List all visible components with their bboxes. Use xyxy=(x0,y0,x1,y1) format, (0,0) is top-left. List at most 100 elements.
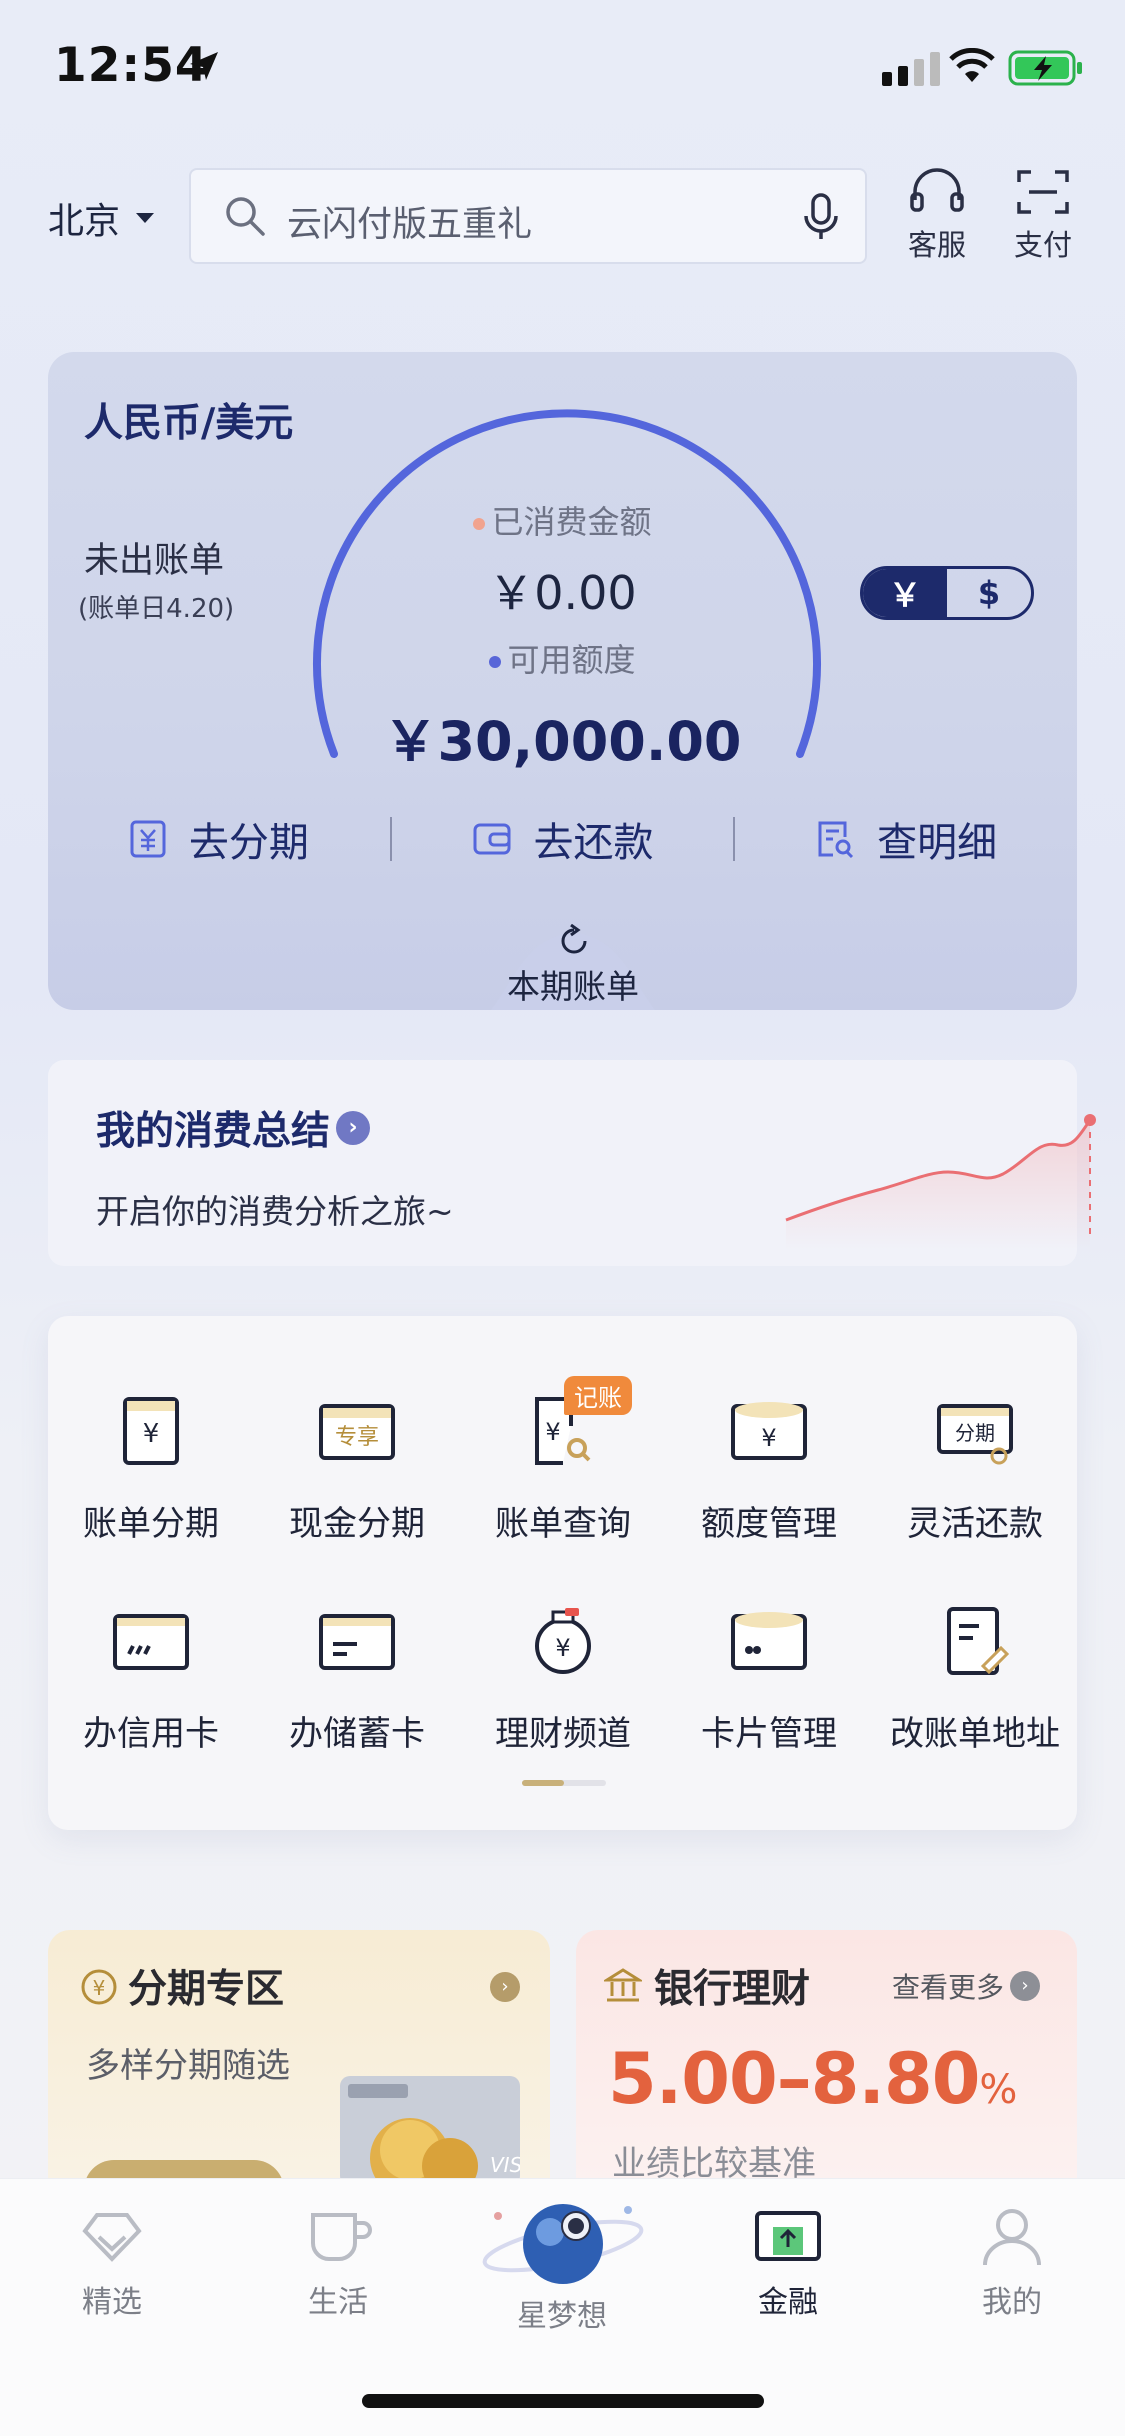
repay-button[interactable]: 去还款 xyxy=(392,810,734,868)
currency-toggle[interactable]: ￥ $ xyxy=(860,566,1034,620)
spent-dot-icon xyxy=(473,518,486,530)
wallet-icon xyxy=(473,823,510,855)
apply-debit-card-item[interactable]: 办储蓄卡 xyxy=(254,1606,460,1755)
credit-limit-item[interactable]: ¥ 额度管理 xyxy=(666,1396,872,1545)
tab-label: 我的 xyxy=(982,2285,1042,2320)
service-label: 账单分期 xyxy=(83,1504,219,1544)
installment-label: 去分期 xyxy=(188,820,309,866)
apply-credit-card-item[interactable]: 办信用卡 xyxy=(48,1606,254,1755)
city-label: 北京 xyxy=(48,201,121,242)
flexible-repay-item[interactable]: 分期 灵活还款 xyxy=(872,1396,1078,1545)
service-label: 灵活还款 xyxy=(907,1504,1043,1544)
detail-label: 查明细 xyxy=(877,820,998,866)
svg-text:¥: ¥ xyxy=(93,1976,106,2000)
user-icon xyxy=(983,2209,1041,2266)
debit-card-icon xyxy=(317,1606,397,1676)
cash-installment-item[interactable]: 专享 现金分期 xyxy=(254,1396,460,1545)
installment-zone-title: 分期专区 xyxy=(128,1967,285,2012)
service-label: 额度管理 xyxy=(701,1504,837,1544)
cellular-signal-icon xyxy=(882,52,940,86)
installment-button[interactable]: 去分期 xyxy=(48,810,390,868)
spending-trend-graphic xyxy=(785,1114,1096,1250)
svg-text:¥: ¥ xyxy=(555,1634,570,1662)
bill-installment-item[interactable]: ¥ 账单分期 xyxy=(48,1396,254,1545)
status-bar: 12:54 xyxy=(0,0,1125,140)
tab-label: 生活 xyxy=(308,2285,368,2320)
astronaut-planet-icon[interactable] xyxy=(478,2186,648,2296)
spent-amount-label: 已消费金额 xyxy=(48,497,1077,543)
chevron-down-icon xyxy=(136,213,155,223)
installment-zone-subtitle: 多样分期随选 xyxy=(86,2046,290,2086)
summary-title: 我的消费总结 › xyxy=(96,1100,371,1156)
chevron-right-icon[interactable]: › xyxy=(490,1972,520,2002)
money-bag-icon: ¥ xyxy=(523,1606,603,1676)
service-grid: ¥ 账单分期 专享 现金分期 ¥ 账单查询 记账 ¥ 额度管理 分期 灵活还款 … xyxy=(48,1316,1077,1830)
service-label: 账单查询 xyxy=(495,1504,631,1544)
yuan-coin-icon: ¥ xyxy=(81,1969,117,2005)
diamond-icon xyxy=(82,2213,142,2262)
consumption-summary-card[interactable]: 我的消费总结 › 开启你的消费分析之旅~ xyxy=(48,1060,1096,1266)
tab-life[interactable]: 生活 xyxy=(268,2207,408,2321)
credit-card-panel: 人民币/美元 未出账单 (账单日4.20) 已消费金额 ￥0.00 可用额度 ￥… xyxy=(48,352,1077,1010)
credit-actions: 去分期 去还款 查明细 xyxy=(48,804,1077,874)
service-label: 现金分期 xyxy=(289,1504,425,1544)
bookkeeping-badge: 记账 xyxy=(564,1376,632,1415)
available-dot-icon xyxy=(489,656,502,668)
service-label: 办信用卡 xyxy=(83,1714,219,1754)
change-bill-address-item[interactable]: 改账单地址 xyxy=(872,1606,1078,1755)
search-placeholder: 云闪付版五重礼 xyxy=(287,205,533,245)
service-label: 办储蓄卡 xyxy=(289,1714,425,1754)
customer-service-label: 客服 xyxy=(907,228,966,262)
tab-star-dream[interactable]: 星梦想 xyxy=(492,2291,632,2335)
summary-subtitle: 开启你的消费分析之旅~ xyxy=(96,1192,454,1231)
finance-chart-icon xyxy=(755,2211,821,2261)
service-label: 卡片管理 xyxy=(701,1714,837,1754)
bank-building-icon xyxy=(604,1968,642,2002)
wealth-channel-item[interactable]: ¥ 理财频道 xyxy=(460,1606,666,1755)
cash-installment-icon: 专享 xyxy=(317,1396,397,1466)
card-management-item[interactable]: 卡片管理 xyxy=(666,1606,872,1755)
address-edit-icon xyxy=(935,1606,1015,1676)
bill-query-item[interactable]: ¥ 账单查询 xyxy=(460,1396,666,1545)
svg-text:¥: ¥ xyxy=(761,1424,776,1452)
available-credit-value: ￥30,000.00 xyxy=(383,710,742,773)
battery-charging-icon xyxy=(1008,50,1082,86)
home-indicator xyxy=(362,2394,764,2408)
card-management-icon xyxy=(729,1606,809,1676)
headset-icon xyxy=(910,168,964,212)
service-label: 理财频道 xyxy=(495,1714,631,1754)
pay-button[interactable]: 支付 xyxy=(998,168,1088,264)
exclusive-icon-text: 专享 xyxy=(335,1425,379,1450)
tab-featured[interactable]: 精选 xyxy=(42,2207,182,2321)
currency-pair-title: 人民币/美元 xyxy=(84,401,294,446)
currency-yuan-option[interactable]: ￥ xyxy=(863,569,947,617)
city-selector[interactable]: 北京 xyxy=(48,192,155,244)
bank-wealth-title: 银行理财 xyxy=(654,1967,811,2012)
currency-usd-option[interactable]: $ xyxy=(947,569,1031,617)
customer-service-button[interactable]: 客服 xyxy=(892,168,982,264)
tab-finance[interactable]: 金融 xyxy=(718,2207,858,2321)
bank-card-coins-image: VISA xyxy=(340,2076,520,2180)
coffee-cup-icon xyxy=(311,2213,372,2261)
flexible-repay-icon: 分期 xyxy=(935,1396,1015,1466)
repay-label: 去还款 xyxy=(533,820,654,866)
refresh-icon xyxy=(561,924,587,954)
installment-icon xyxy=(130,820,166,858)
current-bill-tab[interactable]: 本期账单 xyxy=(458,960,688,1008)
tab-me[interactable]: 我的 xyxy=(942,2207,1082,2321)
view-more-link[interactable]: 查看更多 › xyxy=(892,1966,1041,2006)
search-icon xyxy=(226,197,265,236)
service-label: 改账单地址 xyxy=(890,1714,1060,1754)
microphone-icon[interactable] xyxy=(801,192,841,242)
detail-icon xyxy=(818,821,854,859)
chevron-right-icon: › xyxy=(336,1111,371,1145)
tab-label: 金融 xyxy=(758,2285,818,2320)
search-bar[interactable]: 云闪付版五重礼 xyxy=(189,168,867,264)
scan-pay-icon xyxy=(1017,170,1069,214)
tab-label: 精选 xyxy=(82,2285,142,2320)
detail-button[interactable]: 查明细 xyxy=(735,810,1077,868)
location-arrow-icon xyxy=(190,52,218,80)
wealth-rate: 5.00–8.80% xyxy=(608,2038,1017,2120)
credit-limit-icon: ¥ xyxy=(729,1396,809,1466)
installment-icon-text: 分期 xyxy=(955,1421,995,1445)
